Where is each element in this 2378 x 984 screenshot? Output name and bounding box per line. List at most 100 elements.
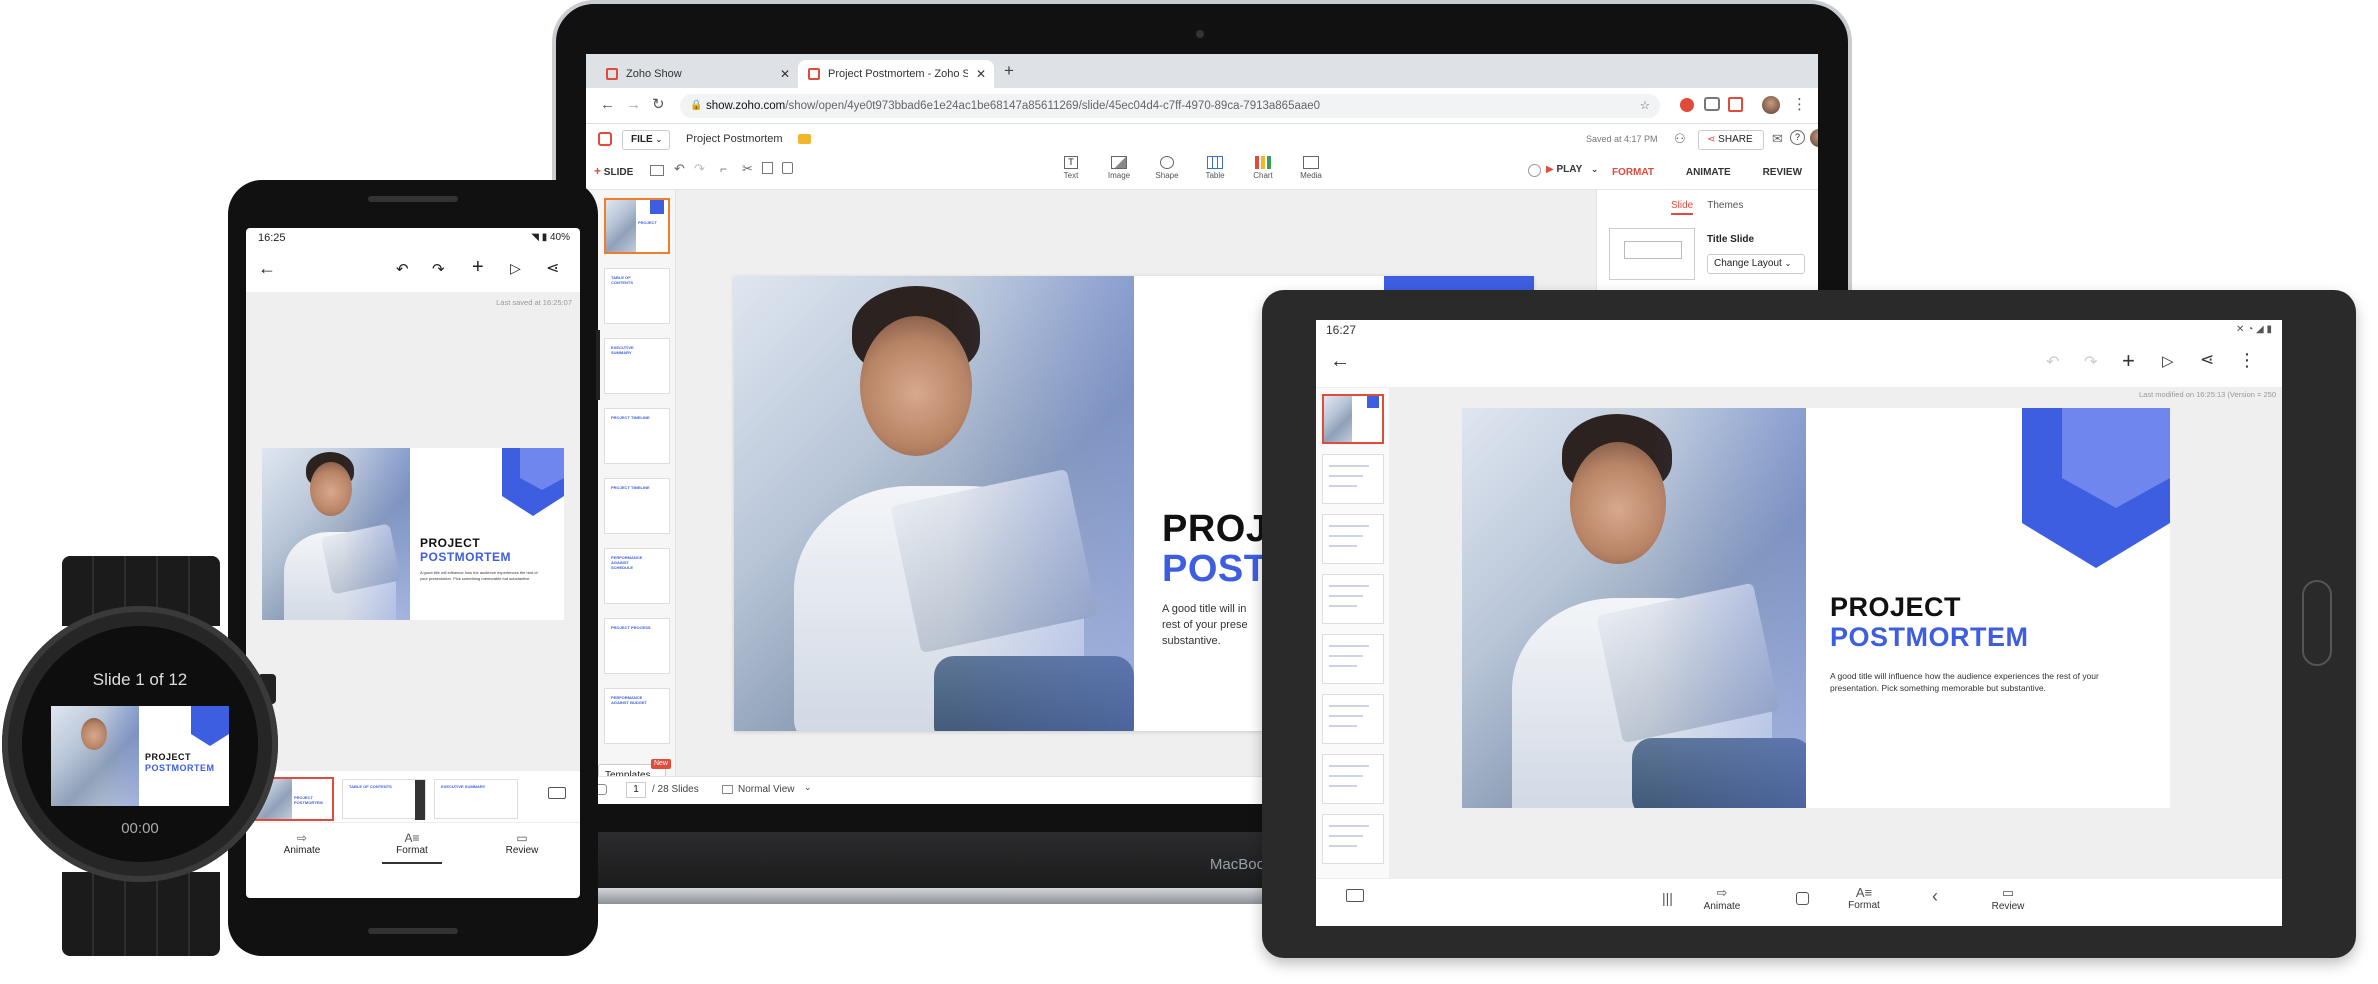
star-icon[interactable]: ☆ <box>1640 94 1650 118</box>
home-icon[interactable] <box>1796 892 1809 905</box>
more-options-icon[interactable]: ⋮ <box>2238 350 2256 371</box>
zoho-extension-icon[interactable] <box>1728 97 1743 112</box>
undo-icon[interactable]: ↶ <box>2046 352 2059 372</box>
settings-icon[interactable] <box>1528 164 1541 177</box>
slide-thumbnail[interactable]: EXECUTIVE SUMMARY <box>604 338 670 394</box>
insert-shape-tool[interactable]: Shape <box>1152 156 1182 180</box>
play-button[interactable]: ▶ PLAY ⌄ <box>1546 164 1598 175</box>
slide-thumbnail[interactable]: PROJECT TIMELINE <box>604 478 670 534</box>
back-arrow-icon[interactable]: ← <box>1330 350 1350 373</box>
slide-sorter-icon[interactable] <box>1346 889 1364 902</box>
reload-icon[interactable]: ↻ <box>652 95 665 113</box>
slide-thumbnail[interactable] <box>1322 634 1384 684</box>
zoho-show-logo-icon[interactable] <box>598 132 612 146</box>
share-button[interactable]: ⋖ SHARE <box>1698 130 1764 150</box>
thumb-3[interactable]: EXECUTIVE SUMMARY <box>434 779 518 819</box>
layout-icon[interactable] <box>650 165 664 176</box>
slide-count: Slide 1 of 12 <box>92 670 188 689</box>
redo-icon[interactable]: ↷ <box>2084 352 2097 372</box>
change-layout-dropdown[interactable]: Change Layout ⌄ <box>1707 254 1805 274</box>
slide-thumbnail[interactable] <box>1322 574 1384 624</box>
back-icon[interactable]: ← <box>600 96 615 113</box>
play-icon[interactable]: ▷ <box>510 260 521 277</box>
close-icon[interactable]: ✕ <box>976 67 986 81</box>
view-mode[interactable]: Normal View <box>738 784 795 795</box>
add-slide-button[interactable]: + SLIDE <box>594 164 633 178</box>
file-menu[interactable]: FILE ⌄ <box>622 130 670 150</box>
slide-thumbnail[interactable]: TABLE OF CONTENTS <box>604 268 670 324</box>
undo-icon[interactable]: ↶ <box>396 260 409 278</box>
current-slide[interactable]: PROJECT POSTMORTEM <box>51 706 229 806</box>
close-icon[interactable]: ✕ <box>780 67 790 81</box>
slide-thumbnail[interactable]: PROJECT PROCESS <box>604 618 670 674</box>
slide-thumbnail[interactable] <box>1322 514 1384 564</box>
folder-icon[interactable] <box>798 134 811 144</box>
add-icon[interactable]: + <box>472 256 484 279</box>
profile-avatar[interactable] <box>1762 96 1780 114</box>
nav-back-icon[interactable]: ‹ <box>1932 886 1938 907</box>
sub-tab-themes[interactable]: Themes <box>1707 200 1743 215</box>
slide-thumbnail[interactable] <box>1322 814 1384 864</box>
browser-tab-1[interactable]: Zoho Show ✕ <box>596 60 796 88</box>
redo-icon[interactable]: ↷ <box>694 161 705 177</box>
phone-tab-animate[interactable]: ⇨ Animate <box>272 831 332 856</box>
thumb-2[interactable]: TABLE OF CONTENTS <box>342 779 426 820</box>
collaborators-icon[interactable]: ⚇ <box>1674 131 1686 147</box>
sub-tab-slide[interactable]: Slide <box>1671 200 1694 215</box>
recent-apps-icon[interactable]: ||| <box>1662 890 1673 906</box>
layout-preview[interactable] <box>1609 228 1695 280</box>
slide-thumbnail[interactable]: PROJECT <box>604 198 670 254</box>
forward-icon[interactable]: → <box>626 96 641 113</box>
slide-subtitle: A good title will influence how the audi… <box>420 570 538 581</box>
insert-media-tool[interactable]: Media <box>1296 156 1326 180</box>
tab-animate[interactable]: ANIMATE <box>1686 167 1731 178</box>
insert-chart-tool[interactable]: Chart <box>1248 156 1278 180</box>
insert-table-tool[interactable]: Table <box>1200 156 1230 180</box>
page-input[interactable]: 1 <box>626 782 646 798</box>
new-tab-icon[interactable]: + <box>1004 61 1014 81</box>
insert-text-tool[interactable]: T Text <box>1056 156 1086 180</box>
slide-thumbnail[interactable] <box>1322 454 1384 504</box>
slide-thumbnail[interactable] <box>1322 694 1384 744</box>
browser-menu-icon[interactable]: ⋮ <box>1792 95 1807 113</box>
slide-thumbnail[interactable] <box>1322 394 1384 444</box>
slide-thumbnail[interactable]: PERFORMANCE AGAINST BUDGET <box>604 688 670 744</box>
back-arrow-icon[interactable]: ← <box>258 258 276 279</box>
chevron-down-icon: ⌄ <box>655 135 663 144</box>
address-bar[interactable]: 🔒 show.zoho.com/show/open/4ye0t973bbad6e… <box>680 94 1660 118</box>
tablet-tab-review[interactable]: ▭ Review <box>1978 885 2038 912</box>
tablet-status-bar: 16:27 ✕ ◔ ◢ ▮ <box>1316 320 2282 340</box>
play-icon[interactable]: ▷ <box>2162 352 2174 370</box>
paste-icon[interactable] <box>782 162 793 174</box>
doc-title[interactable]: Project Postmortem <box>686 133 783 145</box>
phone-tab-review[interactable]: ▭ Review <box>492 831 552 856</box>
tab-format[interactable]: FORMAT <box>1612 167 1654 178</box>
slide-thumbnail[interactable]: PROJECT TIMELINE <box>604 408 670 464</box>
copy-icon[interactable] <box>762 162 773 174</box>
tool-label: Media <box>1300 171 1322 180</box>
undo-icon[interactable]: ↶ <box>674 161 685 177</box>
paint-format-icon[interactable]: ⌐ <box>720 162 727 176</box>
tablet-tab-format[interactable]: A≡ Format <box>1834 885 1894 911</box>
insert-image-tool[interactable]: Image <box>1104 156 1134 180</box>
cut-icon[interactable]: ✂ <box>742 161 753 177</box>
phone-tab-format[interactable]: A≡ Format <box>382 831 442 864</box>
browser-tab-2[interactable]: Project Postmortem - Zoho Sh ✕ <box>798 60 994 88</box>
chevron-down-icon[interactable]: ⌄ <box>804 782 812 793</box>
extension-icon[interactable] <box>1680 98 1694 112</box>
add-icon[interactable]: + <box>2122 348 2135 374</box>
feedback-icon[interactable]: ✉ <box>1772 131 1783 147</box>
share-icon[interactable]: ⋖ <box>546 258 559 278</box>
tablet-tab-animate[interactable]: ⇨ Animate <box>1692 885 1752 912</box>
slide-thumbnail[interactable] <box>1322 754 1384 804</box>
current-slide[interactable]: PROJECT POSTMORTEM A good title will inf… <box>262 448 564 620</box>
tab-review[interactable]: REVIEW <box>1763 167 1802 178</box>
help-icon[interactable]: ? <box>1790 130 1805 145</box>
user-avatar[interactable] <box>1810 129 1818 147</box>
redo-icon[interactable]: ↷ <box>432 260 445 278</box>
camera-icon[interactable] <box>1704 97 1720 111</box>
slide-thumbnail[interactable]: PERFORMANCE AGAINST SCHEDULE <box>604 548 670 604</box>
slide-sorter-icon[interactable] <box>548 787 566 799</box>
current-slide[interactable]: PROJECT POSTMORTEM A good title will inf… <box>1462 408 2170 808</box>
share-icon[interactable]: ⋖ <box>2200 350 2214 370</box>
